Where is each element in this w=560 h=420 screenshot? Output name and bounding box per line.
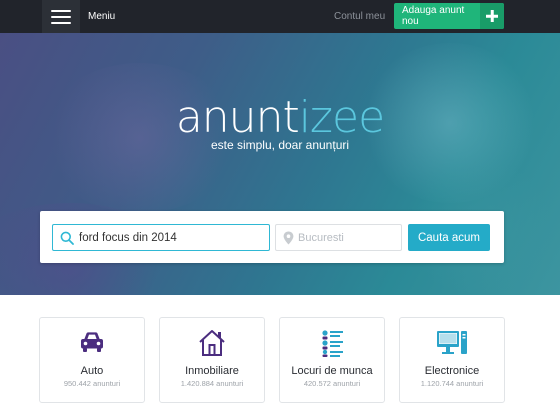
category-name: Auto [80,365,104,377]
hamburger-icon [51,9,71,24]
category-card-locuri-de-munca[interactable]: Locuri de munca 420.572 anunturi [279,317,385,403]
category-name: Inmobiliare [185,365,239,377]
search-panel: Cauta acum [40,211,504,263]
computer-icon [437,331,467,354]
logo-text-part2: izee [298,92,385,143]
post-ad-label: Adauga anunt nou [402,5,465,27]
category-count: 420.572 anunturi [303,379,361,388]
logo-text-part1: anunt [175,92,300,143]
post-ad-button[interactable]: Adauga anunt nou [394,3,504,29]
category-count: 1.420.884 anunturi [180,379,244,388]
search-field[interactable] [52,224,270,251]
car-icon [81,332,103,352]
category-name: Locuri de munca [291,365,373,377]
category-card-electronice[interactable]: Electronice 1.120.744 anunturi [399,317,505,403]
category-count: 1.120.744 anunturi [420,379,484,388]
menu-label[interactable]: Meniu [88,0,115,33]
category-card-auto[interactable]: Auto 950.442 anunturi [39,317,145,403]
job-list-icon [322,330,343,357]
category-count: 950.442 anunturi [63,379,121,388]
category-section: Auto 950.442 anunturi Inmobiliare 1.420.… [0,295,560,420]
location-field[interactable] [275,224,402,251]
category-card-inmobiliare[interactable]: Inmobiliare 1.420.884 anunturi [159,317,265,403]
top-navigation-bar: Meniu Contul meu Adauga anunt nou [0,0,560,33]
plus-icon [480,3,504,29]
location-input[interactable] [298,225,398,250]
my-account-link[interactable]: Contul meu [334,0,385,33]
search-input[interactable] [79,225,267,250]
category-name: Electronice [424,365,480,377]
search-icon [60,231,74,245]
tagline: este simplu, doar anunțuri [210,138,350,152]
search-button[interactable]: Cauta acum [408,224,490,251]
hamburger-menu-button[interactable] [42,0,80,33]
house-icon [199,330,225,356]
location-pin-icon [283,231,294,245]
site-logo[interactable]: anuntizee [0,93,560,143]
